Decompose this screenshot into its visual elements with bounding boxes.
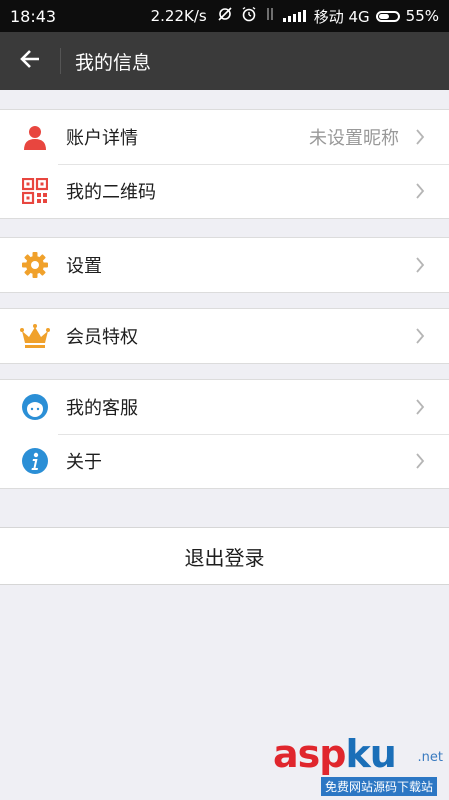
menu-item-settings-label: 设置 [66,256,102,277]
menu-item-account[interactable]: 账户详情 未设置昵称 [0,110,449,164]
menu-group-settings: 设置 [0,237,449,293]
battery-icon [375,10,400,22]
info-icon [18,444,52,478]
gear-icon [18,248,52,282]
signal-strength-icon [282,10,306,22]
menu-item-service-label: 我的客服 [66,398,138,419]
carrier-label: 移动 4G [313,7,370,26]
chevron-right-icon [415,255,429,275]
app-bar-divider [60,48,61,74]
app-bar: 我的信息 [0,32,449,90]
menu-group-support: 我的客服 关于 [0,379,449,489]
page-title: 我的信息 [75,51,152,74]
battery-percent: 55% [405,7,439,25]
chevron-right-icon [415,397,429,417]
watermark-logo: aspku [273,732,397,776]
customer-service-icon [18,390,52,424]
menu-item-qrcode-label: 我的二维码 [66,182,156,203]
logout-button[interactable]: 退出登录 [0,527,449,585]
chevron-right-icon [415,326,429,346]
watermark-tagline: 免费网站源码下载站 [321,777,438,796]
menu-item-vip-label: 会员特权 [66,327,138,348]
menu-item-settings[interactable]: 设置 [0,238,449,292]
menu-item-vip[interactable]: 会员特权 [0,309,449,363]
chevron-right-icon [415,127,429,147]
nickname-value: 未设置昵称 [309,128,399,149]
watermark-domain: .net [417,750,443,765]
menu-item-qrcode[interactable]: 我的二维码 [0,164,449,218]
chevron-right-icon [415,181,429,201]
menu-group-vip: 会员特权 [0,308,449,364]
qrcode-icon [18,174,52,208]
menu-item-service[interactable]: 我的客服 [0,380,449,434]
data-transfer-icon [265,6,275,26]
menu-item-about-label: 关于 [66,452,102,473]
arrow-left-icon [19,49,41,73]
sync-off-icon [217,6,233,26]
alarm-icon [241,6,257,26]
watermark: aspku .net 免费网站源码下载站 [273,732,443,796]
status-time: 18:43 [10,6,57,26]
menu-item-about[interactable]: 关于 [0,434,449,488]
crown-icon [18,319,52,353]
chevron-right-icon [415,451,429,471]
status-bar: 18:43 2.22K/s 移动 4G 55% [0,0,449,32]
menu-item-account-label: 账户详情 [66,128,138,149]
menu-group-account: 账户详情 未设置昵称 我的二维码 [0,109,449,219]
back-button[interactable] [0,32,60,90]
user-icon [18,120,52,154]
network-speed: 2.22K/s [150,7,207,25]
